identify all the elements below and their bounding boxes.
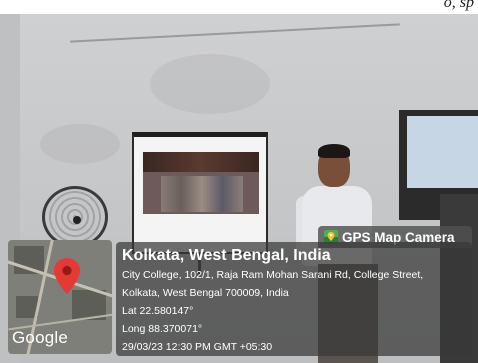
presenter-hair — [318, 144, 350, 158]
map-thumbnail[interactable]: Google — [8, 240, 112, 354]
fan-hub — [73, 216, 81, 224]
photo-frame: o, sp Google GPS Map Camera Kolkata, Wes… — [0, 0, 478, 363]
board-poster — [407, 116, 478, 188]
address-line-1: City College, 102/1, Raja Ram Mohan Sara… — [122, 269, 424, 281]
wall-stain — [40, 124, 120, 164]
top-caption-text: o, sp — [443, 0, 474, 11]
wall-stain — [150, 54, 270, 114]
longitude: Long 88.370071° — [122, 323, 203, 335]
latitude: Lat 22.580147° — [122, 305, 194, 317]
slide-banner — [143, 152, 259, 172]
google-watermark: Google — [12, 328, 69, 347]
slide-group-photo — [161, 176, 243, 212]
city-title: Kolkata, West Bengal, India — [122, 247, 331, 264]
projected-slide — [143, 152, 259, 214]
timestamp: 29/03/23 12:30 PM GMT +05:30 — [122, 341, 273, 353]
ceiling-wire — [70, 23, 400, 43]
location-pin-icon — [54, 258, 80, 294]
location-info-panel: Kolkata, West Bengal, India City College… — [116, 242, 472, 356]
top-caption-strip: o, sp — [0, 0, 478, 14]
gps-overlay: Google GPS Map Camera Kolkata, West Beng… — [0, 226, 478, 363]
address-line-2: Kolkata, West Bengal 700009, India — [122, 287, 289, 299]
